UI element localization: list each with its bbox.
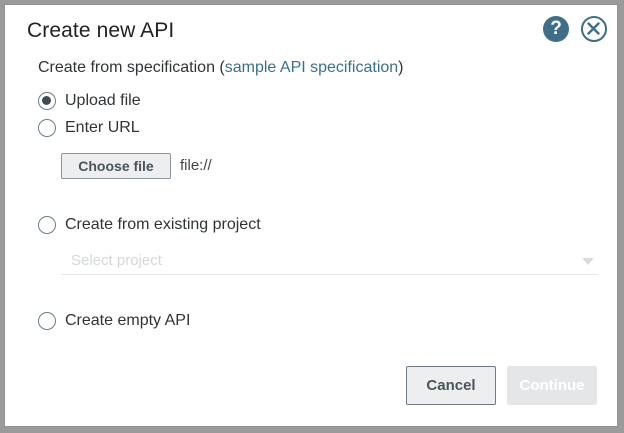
enter-url-radio[interactable] — [38, 119, 56, 137]
sample-spec-link[interactable]: sample API specification — [225, 59, 398, 76]
file-path-text: file:// — [180, 157, 212, 174]
help-icon[interactable]: ? — [543, 16, 569, 42]
option-existing-project[interactable]: Create from existing project — [38, 214, 261, 236]
option-empty-api[interactable]: Create empty API — [38, 310, 190, 332]
close-icon[interactable] — [581, 16, 607, 42]
option-enter-url[interactable]: Enter URL — [38, 117, 140, 139]
continue-button: Continue — [507, 366, 597, 405]
upload-file-radio[interactable] — [38, 92, 56, 110]
empty-api-label: Create empty API — [65, 312, 191, 329]
spec-close-paren: ) — [398, 59, 404, 76]
existing-project-label: Create from existing project — [65, 216, 261, 233]
project-select: Select project — [61, 249, 598, 275]
dialog-header: Create new API ? — [5, 5, 617, 57]
upload-file-label: Upload file — [65, 92, 141, 109]
empty-api-radio[interactable] — [38, 312, 56, 330]
chevron-down-icon — [582, 258, 594, 265]
create-api-dialog: Create new API ? Create from specificati… — [4, 4, 618, 427]
spec-prefix: Create from specification — [38, 59, 215, 76]
cancel-button[interactable]: Cancel — [406, 366, 496, 405]
dialog-title: Create new API — [27, 19, 175, 42]
spec-open-paren: ( — [214, 59, 225, 76]
close-x-glyph — [587, 22, 600, 35]
spec-heading: Create from specification (sample API sp… — [38, 59, 404, 77]
choose-file-button[interactable]: Choose file — [61, 153, 171, 179]
project-select-placeholder: Select project — [71, 252, 162, 269]
existing-project-radio[interactable] — [38, 216, 56, 234]
enter-url-label: Enter URL — [65, 119, 140, 136]
option-upload-file[interactable]: Upload file — [38, 90, 141, 112]
